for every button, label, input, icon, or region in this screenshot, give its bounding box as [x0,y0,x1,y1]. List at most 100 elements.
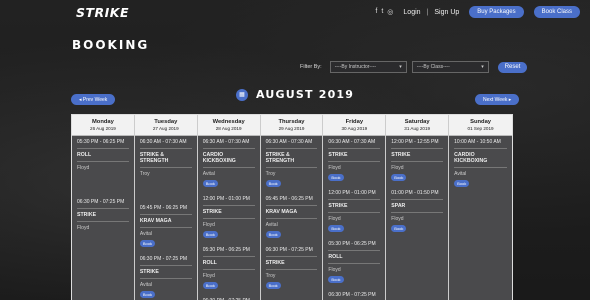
book-button[interactable]: Book [139,240,155,247]
class-session: 06:30 AM - 07:30 AM CARDIO KICKBOXING Avit… [198,136,260,193]
day-date: 27 Aug 2019 [152,126,179,131]
day-column: Wednesday 28 Aug 2019 06:30 AM - 07:30 AM C… [197,115,261,300]
session-instructor: Floyd [328,165,341,171]
book-button[interactable]: Book [265,231,281,238]
session-time: 05:45 PM - 06:25 PM [265,196,318,206]
class-session: 05:30 PM - 06:25 PM ROLL Floyd Book [198,244,260,295]
class-session: 10:00 AM - 10:50 AM CARDIO KICKBOXING Avit… [449,136,512,193]
separator: | [426,8,429,16]
day-header: Sunday 01 Sep 2019 [449,115,512,136]
logo[interactable]: STRIKE [76,5,129,20]
day-date: 01 Sep 2019 [467,126,494,131]
session-spacer [77,174,129,194]
day-header: Tuesday 27 Aug 2019 [134,115,197,136]
calendar-icon: ▦ [236,88,248,101]
weekly-calendar: Monday 26 Aug 2019 05:30 PM - 06:25 PM ROLL… [71,114,513,300]
book-button[interactable]: Book [202,231,218,238]
book-button[interactable]: Book [328,225,344,232]
class-session: 05:30 PM - 06:25 PM ROLL Floyd Book [323,238,385,289]
day-name: Saturday [404,119,430,125]
class-session: 12:00 PM - 01:00 PM STRIKE Floyd Book [323,187,385,238]
session-time: 06:30 AM - 07:30 AM [265,139,318,149]
session-class: STRIKE [139,269,192,279]
day-header: Thursday 29 Aug 2019 [260,115,323,136]
day-column: Monday 26 Aug 2019 05:30 PM - 06:25 PM ROLL… [72,115,135,300]
book-button[interactable]: Book [391,174,407,181]
day-column: Thursday 29 Aug 2019 06:30 AM - 07:30 AM ST… [260,115,324,300]
day-column: Friday 30 Aug 2019 06:30 AM - 07:30 AM STRI… [323,115,387,300]
session-spacer [77,234,129,254]
filter-bar: Filter By: ----By Instructor---- ▾ ----B… [300,61,528,73]
twitter-icon[interactable]: t [381,8,383,16]
instagram-icon[interactable]: ◎ [387,8,393,16]
book-class-button[interactable]: Book Class [533,6,580,18]
session-class: CARDIO KICKBOXING [454,152,507,168]
session-time: 06:30 PM - 07:25 PM [328,292,380,300]
session-time: 12:00 PM - 12:55 PM [391,139,444,149]
session-time: 05:45 PM - 06:25 PM [139,205,192,215]
class-session: 06:30 PM - 07:25 PM STRIKE Troy Book [261,244,323,295]
book-button[interactable]: Book [265,282,281,289]
day-header: Friday 30 Aug 2019 [323,115,386,136]
book-button[interactable]: Book [328,174,344,181]
next-week-button[interactable]: Next Week ▸ [475,94,520,105]
session-spacer [140,180,192,200]
session-instructor: Avital [454,171,467,177]
day-header: Wednesday 28 Aug 2019 [197,115,260,136]
session-time: 10:00 AM - 10:50 AM [454,139,507,149]
day-date: 30 Aug 2019 [341,126,368,131]
day-date: 28 Aug 2019 [215,126,242,131]
session-instructor: Avital [139,282,152,288]
facebook-icon[interactable]: f [375,8,377,16]
book-button[interactable]: Book [202,180,218,187]
class-select-value: ----By Class---- [416,64,450,70]
class-session: 05:45 PM - 06:25 PM KRAV MAGA Avital Book [135,202,197,253]
session-instructor: Floyd [77,225,90,231]
book-button[interactable]: Book [139,291,155,298]
prev-week-button[interactable]: ◂ Prev Week [71,94,116,105]
reset-button[interactable]: Reset [497,61,528,73]
session-time: 06:30 PM - 07:25 PM [139,256,192,266]
class-session: 05:45 PM - 06:25 PM KRAV MAGA Avital Book [261,193,323,244]
next-week-label: Next Week [483,96,508,103]
class-select[interactable]: ----By Class---- ▾ [411,61,489,73]
instructor-select[interactable]: ----By Instructor---- ▾ [329,61,407,73]
session-time: 06:30 AM - 07:30 AM [139,139,192,149]
session-time: 05:30 PM - 06:25 PM [328,241,381,251]
session-class: ROLL [77,152,129,162]
class-session: 06:30 PM - 07:25 PM STRIKE Avital Book [135,253,197,300]
top-right: f t ◎ Login | Sign Up Buy Packages Book … [375,6,580,18]
session-instructor: Floyd [328,267,341,273]
day-name: Friday [345,119,364,125]
instructor-select-value: ----By Instructor---- [334,64,377,70]
book-button[interactable]: Book [328,276,344,283]
day-date: 31 Aug 2019 [404,126,431,131]
book-button[interactable]: Book [202,282,218,289]
class-session: 12:00 PM - 12:55 PM STRIKE Floyd Book [386,136,448,187]
day-column: Saturday 31 Aug 2019 12:00 PM - 12:55 PM ST… [386,115,450,300]
session-instructor: Troy [265,273,276,279]
page-title: BOOKING [72,38,150,52]
book-button[interactable]: Book [454,180,470,187]
day-name: Tuesday [154,119,178,125]
day-header: Saturday 31 Aug 2019 [386,115,449,136]
buy-packages-button[interactable]: Buy Packages [469,6,524,18]
chevron-right-icon: ▸ [507,96,512,103]
top-bar: STRIKE f t ◎ Login | Sign Up Buy Package… [0,0,590,24]
session-time: 06:30 PM - 07:25 PM [265,247,318,257]
book-button[interactable]: Book [391,225,407,232]
login-link[interactable]: Login [403,9,420,16]
session-time: 01:00 PM - 01:50 PM [391,190,444,200]
book-button[interactable]: Book [265,180,281,187]
session-instructor: Floyd [202,222,215,228]
session-class: STRIKE [328,152,381,162]
month-title: AUGUST 2019 [256,88,355,101]
signup-link[interactable]: Sign Up [434,9,459,16]
session-class: STRIKE [265,260,318,270]
session-class: STRIKE & STRENGTH [139,152,192,168]
day-date: 26 Aug 2019 [90,126,116,131]
day-header: Monday 26 Aug 2019 [72,115,134,136]
class-session: 01:00 PM - 01:50 PM SPAR Floyd Book [386,187,448,238]
filter-label: Filter By: [300,64,322,70]
prev-week-label: Prev Week [82,96,108,103]
